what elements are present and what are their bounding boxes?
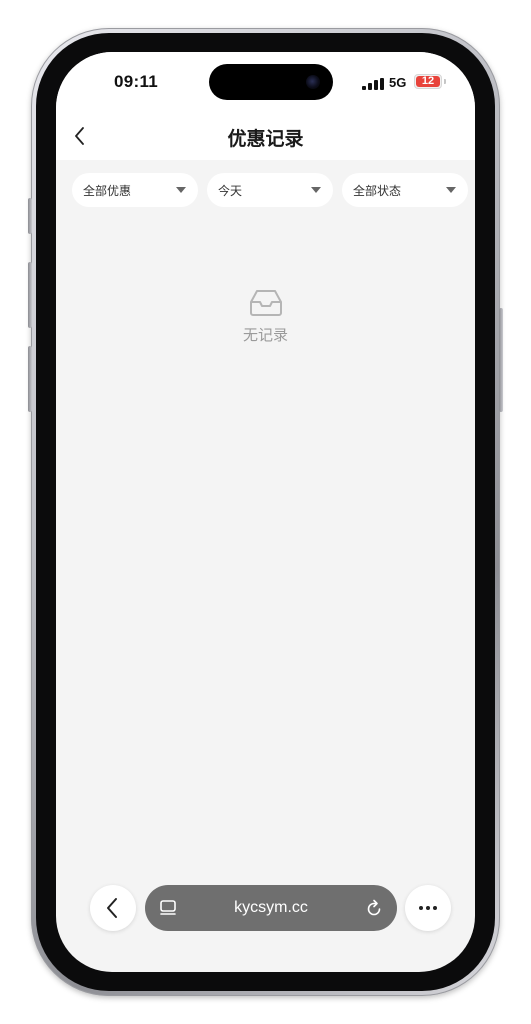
action-button [28,198,32,234]
url-text: kycsym.cc [234,899,308,916]
empty-text: 无记录 [242,326,288,344]
filter-label: 今天 [218,184,243,198]
dynamic-island [209,64,333,100]
reload-icon[interactable] [365,898,383,918]
more-options-button[interactable] [405,885,451,931]
camera-icon [306,75,320,89]
filter-bar: 全部优惠 今天 全部状态 [72,173,468,207]
browser-toolbar: kycsym.cc [56,862,475,972]
caret-down-icon [446,187,456,193]
phone-frame: 09:11 5G 12 优惠记录 全部优惠 今天 全部状态 无记录 kycsym… [28,28,503,996]
screen: 09:11 5G 12 优惠记录 全部优惠 今天 全部状态 无记录 kycsym… [56,52,475,972]
filter-coupon-type[interactable]: 全部优惠 [72,173,198,207]
browser-back-button[interactable] [90,885,136,931]
chevron-left-icon [107,898,117,918]
status-bar: 09:11 5G 12 [56,52,475,114]
navbar: 优惠记录 [56,114,475,160]
battery-percent: 12 [421,75,435,87]
empty-state: 无记录 [56,288,475,345]
phone-bezel: 09:11 5G 12 优惠记录 全部优惠 今天 全部状态 无记录 kycsym… [36,33,495,991]
page-title: 优惠记录 [227,128,304,150]
inbox-icon [249,290,282,316]
caret-down-icon [311,187,321,193]
volume-up-button [28,262,32,328]
filter-label: 全部优惠 [83,184,132,198]
ellipsis-icon [419,906,437,910]
caret-down-icon [176,187,186,193]
power-button [499,308,503,412]
network-type: 5G [389,75,407,90]
battery-tip [444,79,446,84]
battery-icon: 12 [414,74,442,89]
filter-label: 全部状态 [353,184,402,198]
volume-down-button [28,346,32,412]
filter-status[interactable]: 全部状态 [342,173,468,207]
status-time: 09:11 [114,72,159,91]
address-bar[interactable]: kycsym.cc [145,885,397,931]
filter-date[interactable]: 今天 [207,173,333,207]
signal-icon [362,78,386,90]
